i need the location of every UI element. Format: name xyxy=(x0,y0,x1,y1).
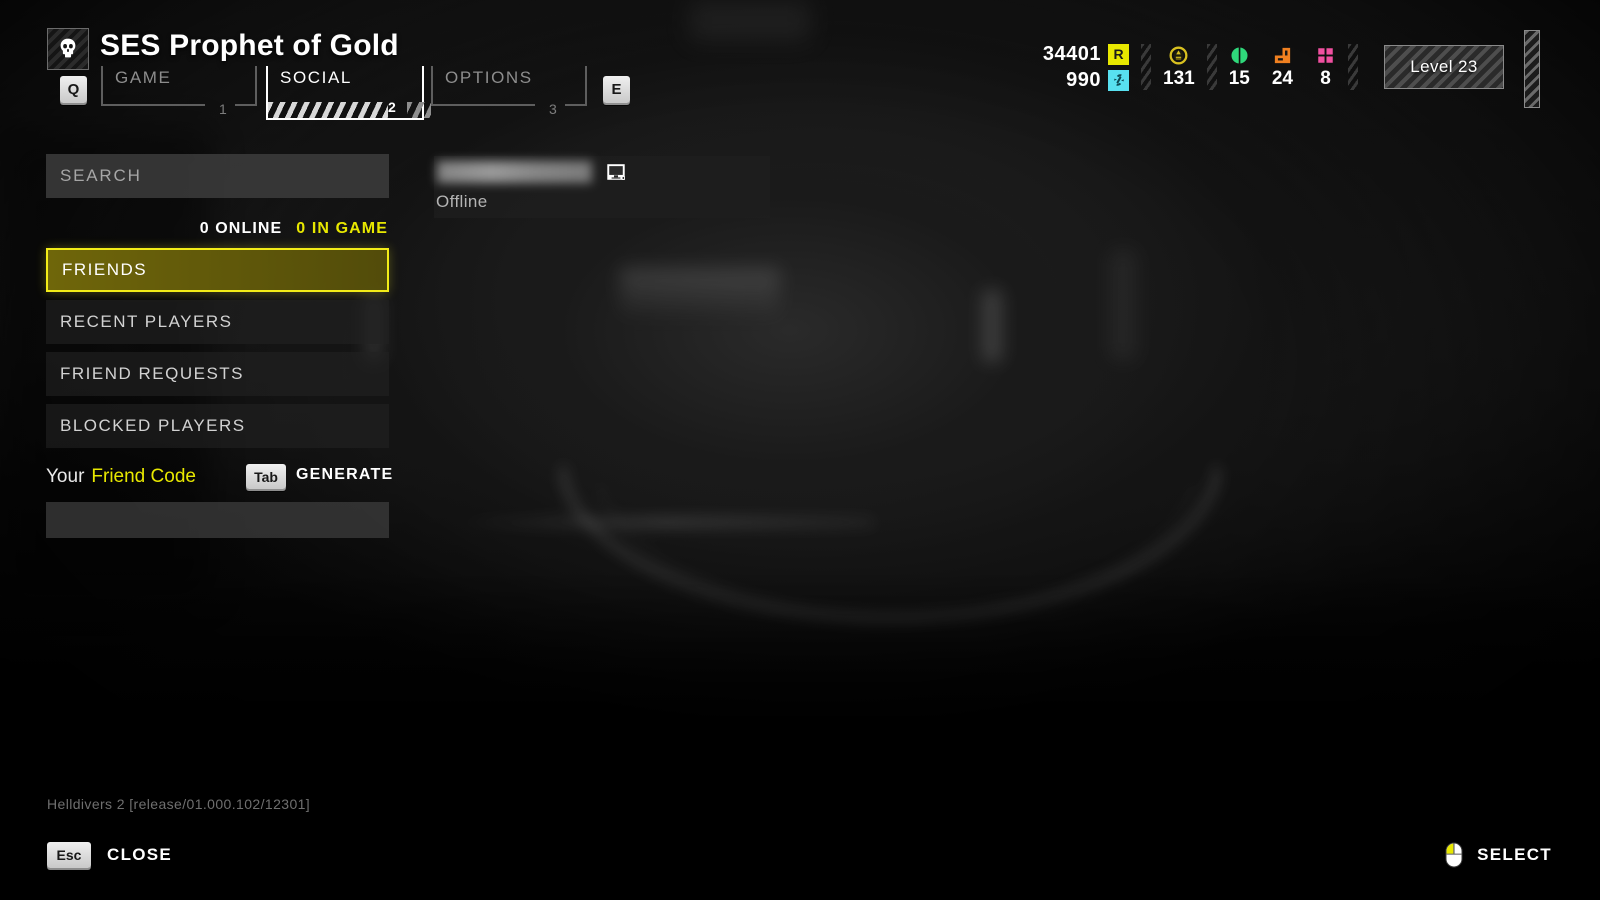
tab-underline-right xyxy=(565,104,587,106)
status-badge: Offline xyxy=(436,192,488,211)
build-version-text: Helldivers 2 [release/01.000.102/12301] xyxy=(47,796,311,812)
resource-divider xyxy=(1141,44,1152,90)
supercredit-icon xyxy=(1108,69,1130,91)
tab-game-number: 1 xyxy=(219,101,227,117)
tab-underline-left xyxy=(431,104,535,106)
friend-status-counts: 0 ONLINE 0 IN GAME xyxy=(46,216,389,242)
super-samples-value: 8 xyxy=(1320,68,1331,89)
tab-game-label: GAME xyxy=(115,68,172,87)
social-sidebar: SEARCH 0 ONLINE 0 IN GAME FRIENDS RECENT… xyxy=(46,154,392,538)
select-button-label: SELECT xyxy=(1477,845,1552,864)
player-level-badge: Level 23 xyxy=(1384,45,1504,89)
mouse-left-click-icon xyxy=(1445,842,1463,868)
tab-bracket-right xyxy=(255,66,257,106)
online-count: 0 ONLINE xyxy=(199,220,283,237)
tab-options[interactable]: OPTIONS 3 xyxy=(431,66,587,117)
supercredits-value: 990 xyxy=(1066,68,1102,91)
medals-value: 131 xyxy=(1163,68,1195,89)
sidebar-item-friends[interactable]: FRIENDS xyxy=(46,248,389,292)
friend-detail-panel: Offline xyxy=(434,156,770,218)
tab-underline-right xyxy=(235,104,257,106)
requisition-icon: R xyxy=(1108,43,1130,65)
common-sample-icon xyxy=(1229,44,1250,66)
common-samples-value: 15 xyxy=(1228,68,1250,89)
tab-bracket-right xyxy=(585,66,587,106)
next-tab-key[interactable]: E xyxy=(603,76,630,103)
sidebar-item-friend-requests[interactable]: FRIEND REQUESTS xyxy=(46,352,389,396)
in-game-count: 0 IN GAME xyxy=(296,220,388,237)
sidebar-item-label: BLOCKED PLAYERS xyxy=(60,416,246,435)
header-bar: SES Prophet of Gold Q E GAME 1 SOCIAL 2 … xyxy=(0,0,1600,120)
tab-active-bottom-edge xyxy=(266,118,424,120)
friend-code-header: Your Friend Code Tab GENERATE xyxy=(46,462,392,492)
friend-code-section: Your Friend Code Tab GENERATE xyxy=(46,462,392,538)
page-title: SES Prophet of Gold xyxy=(100,29,399,62)
rare-sample-icon xyxy=(1272,44,1293,66)
friend-code-value[interactable] xyxy=(46,502,389,538)
social-nav-list: FRIENDS RECENT PLAYERS FRIEND REQUESTS B… xyxy=(46,248,389,448)
background-bottom-fade xyxy=(0,570,1600,900)
friend-code-prefix: Your xyxy=(46,466,85,487)
sidebar-item-label: RECENT PLAYERS xyxy=(60,312,233,331)
common-samples-item: 15 xyxy=(1229,44,1250,90)
requisition-row: 34401 R xyxy=(1042,42,1130,66)
sidebar-item-label: FRIENDS xyxy=(62,260,148,279)
skull-icon xyxy=(47,28,89,70)
generate-key[interactable]: Tab xyxy=(246,464,286,489)
requisition-value: 34401 xyxy=(1042,42,1102,65)
list-item[interactable]: Offline xyxy=(434,156,770,218)
tab-active-hatch-left xyxy=(268,102,388,118)
resource-bar: 34401 R 990 131 15 24 8 Level 23 xyxy=(1043,36,1504,98)
pc-monitor-icon xyxy=(602,158,630,186)
super-sample-icon xyxy=(1315,44,1336,66)
friend-code-label: Friend Code xyxy=(91,466,196,487)
tab-social-label: SOCIAL xyxy=(280,68,352,87)
tab-social-number: 2 xyxy=(388,99,396,115)
resource-divider xyxy=(1206,44,1217,90)
medals-item: 131 xyxy=(1163,44,1195,90)
search-input[interactable]: SEARCH xyxy=(46,154,389,198)
currency-group: 34401 R 990 xyxy=(1042,42,1130,92)
tab-options-label: OPTIONS xyxy=(445,68,533,87)
close-button-label: CLOSE xyxy=(107,845,173,864)
supercredits-row: 990 xyxy=(1066,68,1130,92)
samples-group: 15 24 8 xyxy=(1229,44,1336,90)
tab-options-number: 3 xyxy=(549,101,557,117)
close-action[interactable]: Esc CLOSE xyxy=(47,842,172,868)
tab-social[interactable]: SOCIAL 2 xyxy=(266,66,431,120)
tab-bracket-left xyxy=(431,66,433,106)
medal-icon xyxy=(1168,44,1189,66)
tab-active-hatch-right xyxy=(407,102,431,118)
tab-game[interactable]: GAME 1 xyxy=(101,66,257,117)
sidebar-item-label: FRIEND REQUESTS xyxy=(60,364,245,383)
sidebar-item-blocked-players[interactable]: BLOCKED PLAYERS xyxy=(46,404,389,448)
sidebar-item-recent-players[interactable]: RECENT PLAYERS xyxy=(46,300,389,344)
search-placeholder: SEARCH xyxy=(60,166,142,185)
resource-divider xyxy=(1348,44,1358,90)
rare-samples-value: 24 xyxy=(1271,68,1293,89)
tab-bracket-left xyxy=(101,66,103,106)
select-action[interactable]: SELECT xyxy=(1445,842,1552,868)
generate-friend-code-button[interactable]: GENERATE xyxy=(296,466,393,484)
prev-tab-key[interactable]: Q xyxy=(60,76,87,103)
tab-underline-left xyxy=(101,104,205,106)
scroll-indicator[interactable] xyxy=(1524,30,1540,108)
super-samples-item: 8 xyxy=(1315,44,1336,90)
close-key[interactable]: Esc xyxy=(47,842,91,868)
rare-samples-item: 24 xyxy=(1272,44,1293,90)
player-name xyxy=(437,161,592,183)
